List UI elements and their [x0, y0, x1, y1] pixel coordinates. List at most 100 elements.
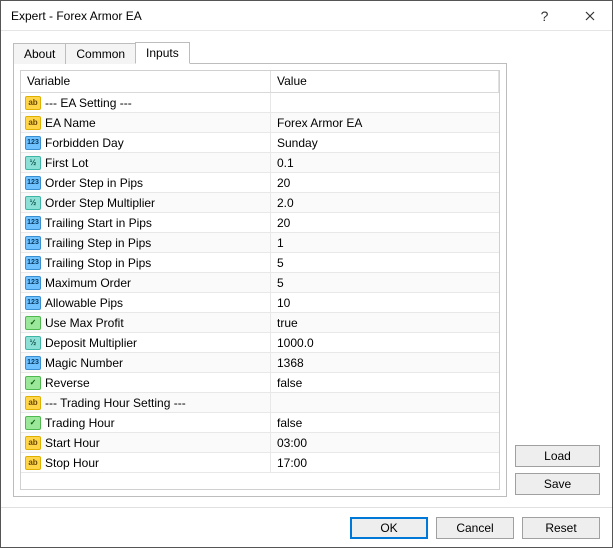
variable-cell: Deposit Multiplier — [21, 333, 271, 352]
variable-cell: Order Step in Pips — [21, 173, 271, 192]
table-row[interactable]: Trailing Stop in Pips 5 — [21, 253, 499, 273]
column-header-value[interactable]: Value — [271, 71, 499, 92]
type-bool-icon — [25, 316, 41, 330]
variable-label: Trailing Stop in Pips — [45, 256, 151, 270]
type-123-icon — [25, 236, 41, 250]
type-bool-icon — [25, 416, 41, 430]
type-va-icon — [25, 156, 41, 170]
value-cell[interactable]: 0.1 — [271, 153, 499, 172]
type-123-icon — [25, 356, 41, 370]
value-cell[interactable] — [271, 93, 499, 112]
window-title: Expert - Forex Armor EA — [11, 9, 522, 23]
value-cell[interactable]: Sunday — [271, 133, 499, 152]
type-123-icon — [25, 276, 41, 290]
save-button[interactable]: Save — [515, 473, 600, 495]
type-ab-icon — [25, 116, 41, 130]
help-button[interactable]: ? — [522, 1, 567, 31]
value-cell[interactable]: 20 — [271, 173, 499, 192]
table-row[interactable]: Trading Hour false — [21, 413, 499, 433]
table-row[interactable]: Stop Hour 17:00 — [21, 453, 499, 473]
variable-label: EA Name — [45, 116, 96, 130]
table-row[interactable]: Use Max Profittrue — [21, 313, 499, 333]
variable-cell: EA Name — [21, 113, 271, 132]
dialog-window: Expert - Forex Armor EA ? About Common I… — [0, 0, 613, 548]
type-123-icon — [25, 216, 41, 230]
variable-cell: --- Trading Hour Setting --- — [21, 393, 271, 412]
table-row[interactable]: Order Step Multiplier2.0 — [21, 193, 499, 213]
table-row[interactable]: Maximum Order5 — [21, 273, 499, 293]
table-row[interactable]: EA Name Forex Armor EA — [21, 113, 499, 133]
panel-row: Variable Value --- EA Setting ---EA Name… — [13, 63, 600, 497]
ok-button[interactable]: OK — [350, 517, 428, 539]
variable-label: Deposit Multiplier — [45, 336, 137, 350]
variable-cell: Start Hour — [21, 433, 271, 452]
table-row[interactable]: First Lot 0.1 — [21, 153, 499, 173]
type-ab-icon — [25, 396, 41, 410]
type-123-icon — [25, 256, 41, 270]
value-cell[interactable]: 2.0 — [271, 193, 499, 212]
type-va-icon — [25, 196, 41, 210]
table-row[interactable]: Deposit Multiplier 1000.0 — [21, 333, 499, 353]
close-button[interactable] — [567, 1, 612, 31]
variable-label: Trading Hour — [45, 416, 115, 430]
variable-cell: Stop Hour — [21, 453, 271, 472]
column-header-variable[interactable]: Variable — [21, 71, 271, 92]
table-row[interactable]: Forbidden Day Sunday — [21, 133, 499, 153]
value-cell[interactable]: false — [271, 373, 499, 392]
value-cell[interactable]: Forex Armor EA — [271, 113, 499, 132]
variable-label: --- Trading Hour Setting --- — [45, 396, 186, 410]
table-row[interactable]: --- EA Setting --- — [21, 93, 499, 113]
value-cell[interactable]: 1368 — [271, 353, 499, 372]
table-row[interactable]: Start Hour 03:00 — [21, 433, 499, 453]
value-cell[interactable]: 1 — [271, 233, 499, 252]
variable-cell: Allowable Pips — [21, 293, 271, 312]
type-va-icon — [25, 336, 41, 350]
variable-label: Reverse — [45, 376, 90, 390]
client-area: About Common Inputs Variable Value --- E… — [1, 31, 612, 507]
value-cell[interactable]: 20 — [271, 213, 499, 232]
table-row[interactable]: Magic Number 1368 — [21, 353, 499, 373]
table-row[interactable]: Trailing Step in Pips1 — [21, 233, 499, 253]
table-row[interactable]: Allowable Pips 10 — [21, 293, 499, 313]
type-123-icon — [25, 296, 41, 310]
variable-label: Start Hour — [45, 436, 100, 450]
variable-label: Forbidden Day — [45, 136, 124, 150]
value-cell[interactable]: false — [271, 413, 499, 432]
value-cell[interactable]: 5 — [271, 273, 499, 292]
cancel-button[interactable]: Cancel — [436, 517, 514, 539]
type-ab-icon — [25, 456, 41, 470]
tab-common[interactable]: Common — [65, 43, 136, 64]
variable-label: Order Step in Pips — [45, 176, 143, 190]
variable-label: First Lot — [45, 156, 88, 170]
value-cell[interactable]: 17:00 — [271, 453, 499, 472]
variable-label: Stop Hour — [45, 456, 99, 470]
table-row[interactable]: Order Step in Pips 20 — [21, 173, 499, 193]
variable-label: Allowable Pips — [45, 296, 123, 310]
tab-inputs[interactable]: Inputs — [135, 42, 190, 64]
table-row[interactable]: Reverse false — [21, 373, 499, 393]
value-cell[interactable] — [271, 393, 499, 412]
variable-cell: Reverse — [21, 373, 271, 392]
variable-cell: First Lot — [21, 153, 271, 172]
value-cell[interactable]: 1000.0 — [271, 333, 499, 352]
value-cell[interactable]: 5 — [271, 253, 499, 272]
tab-strip: About Common Inputs — [13, 41, 600, 63]
inputs-grid: Variable Value --- EA Setting ---EA Name… — [20, 70, 500, 490]
variable-cell: Maximum Order — [21, 273, 271, 292]
tab-about[interactable]: About — [13, 43, 66, 64]
load-button[interactable]: Load — [515, 445, 600, 467]
variable-label: Magic Number — [45, 356, 123, 370]
footer: OK Cancel Reset — [1, 507, 612, 547]
inputs-panel: Variable Value --- EA Setting ---EA Name… — [13, 63, 507, 497]
side-buttons: Load Save — [515, 63, 600, 497]
table-row[interactable]: Trailing Start in Pips20 — [21, 213, 499, 233]
table-row[interactable]: --- Trading Hour Setting --- — [21, 393, 499, 413]
grid-body: --- EA Setting ---EA NameForex Armor EAF… — [21, 93, 499, 489]
reset-button[interactable]: Reset — [522, 517, 600, 539]
type-bool-icon — [25, 376, 41, 390]
type-123-icon — [25, 176, 41, 190]
value-cell[interactable]: true — [271, 313, 499, 332]
value-cell[interactable]: 03:00 — [271, 433, 499, 452]
value-cell[interactable]: 10 — [271, 293, 499, 312]
grid-header: Variable Value — [21, 71, 499, 93]
